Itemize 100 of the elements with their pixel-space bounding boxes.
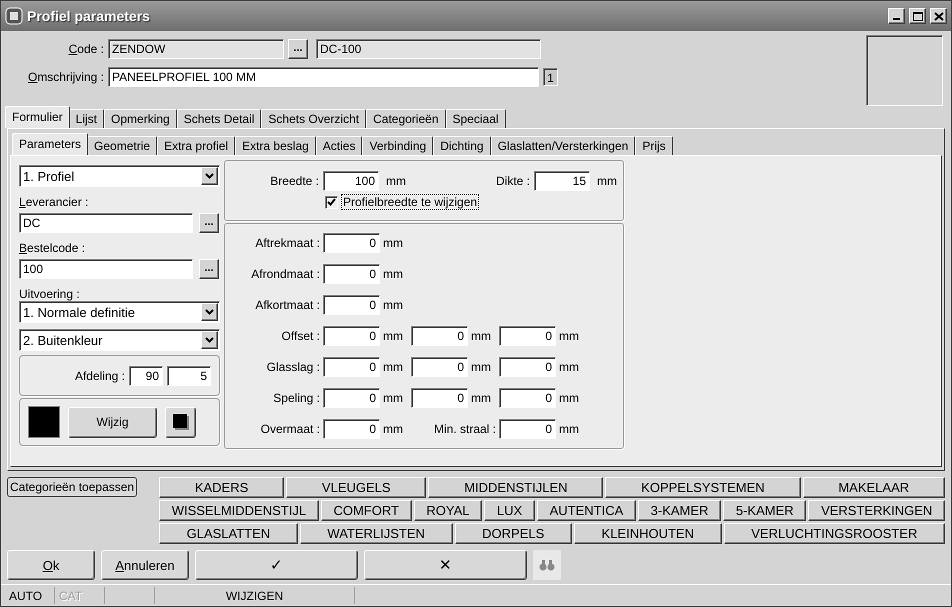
afdeling-field[interactable]: 90 [129,366,163,386]
field-label: Leverancier : [19,195,90,209]
category-button[interactable]: ROYAL [414,500,482,521]
app-icon [5,7,23,25]
category-button[interactable]: MIDDENSTIJLEN [428,477,604,498]
measure-field[interactable]: 0 [323,357,380,377]
measure-field[interactable]: 0 [323,295,380,315]
field-label: Dikte : [494,174,530,188]
color-swatch [28,406,60,438]
tab[interactable]: Schets Detail [176,109,262,128]
tab[interactable]: Speciaal [446,109,506,128]
measure-field[interactable]: 0 [323,233,380,253]
category-button[interactable]: VERLUCHTINGSROOSTER [724,523,945,544]
tab[interactable]: Geometrie [87,136,158,155]
description-field[interactable]: DC-100 [316,39,541,59]
binoculars-icon[interactable] [533,550,561,580]
dialog-button[interactable]: Ok [7,550,95,580]
tab[interactable]: Acties [316,136,362,155]
field-label: Bestelcode : [19,241,86,255]
dropdown-button[interactable] [201,331,218,349]
close-icon [934,12,944,20]
category-button[interactable]: VLEUGELS [286,477,426,498]
maximize-button[interactable] [909,8,926,24]
chevron-down-icon [205,309,214,315]
category-button[interactable]: GLASLATTEN [159,523,298,544]
tab[interactable]: Parameters [12,133,88,155]
field-label: Breedte : [269,174,319,188]
category-button[interactable]: KLEINHOUTEN [574,523,722,544]
apply-categories-button[interactable]: Categorieën toepassen [7,477,138,497]
measure-field[interactable]: 0 [323,419,380,439]
unit-label: mm [470,360,492,374]
checkbox[interactable] [325,196,338,208]
measure-field[interactable]: 0 [323,388,380,408]
tab[interactable]: Lijst [68,109,104,128]
unit-label: mm [558,360,580,374]
color-select[interactable]: 2. Buitenkleur [19,329,220,351]
wijzig-button[interactable]: Wijzig [68,406,157,438]
measure-field[interactable]: 0 [411,388,468,408]
field-label: Code : [68,42,104,56]
bestelcode-field[interactable]: 100 [19,259,193,279]
tab[interactable]: Categorieën [366,109,446,128]
measure-field[interactable]: 0 [499,326,556,346]
unit-label: mm [382,391,404,405]
tab[interactable]: Glaslatten/Versterkingen [490,136,636,155]
tab[interactable]: Schets Overzicht [261,109,366,128]
category-button[interactable]: KOPPELSYSTEMEN [605,477,801,498]
browse-button[interactable]: ... [199,259,219,279]
measure-field[interactable]: 0 [323,264,380,284]
tab[interactable]: Prijs [635,136,673,155]
measure-field[interactable]: 0 [411,326,468,346]
tab[interactable]: Opmerking [104,109,177,128]
tab[interactable]: Extra beslag [235,136,316,155]
window-title: Profiel parameters [27,8,151,24]
browse-button[interactable]: ... [199,213,219,233]
category-button[interactable]: WATERLIJSTEN [300,523,453,544]
breedte-field[interactable]: 100 [323,171,379,191]
type-select[interactable]: 1. Profiel [19,165,220,187]
category-button[interactable]: 5-KAMER [723,500,806,521]
unit-label: mm [382,267,404,281]
minimize-button[interactable] [888,8,905,24]
category-button[interactable]: 3-KAMER [638,500,722,521]
unit-label: mm [470,329,492,343]
category-button[interactable]: LUX [484,500,535,521]
counter: 1 [543,68,558,86]
close-button[interactable] [930,8,947,24]
browse-button[interactable]: ... [288,39,308,59]
action-button[interactable]: ✓ [195,550,358,580]
uitvoering-select[interactable]: 1. Normale definitie [19,301,220,323]
field-label: Afrondmaat : [250,267,321,281]
measure-field[interactable]: 0 [323,326,380,346]
tab[interactable]: Dichting [433,136,491,155]
measure-field[interactable]: 0 [411,357,468,377]
action-button[interactable]: ✕ [364,550,527,580]
dropdown-button[interactable] [201,303,218,321]
category-button[interactable]: COMFORT [320,500,412,521]
leverancier-field[interactable]: DC [19,213,193,233]
dikte-field[interactable]: 15 [534,171,590,191]
measure-field[interactable]: 0 [499,357,556,377]
measure-field[interactable]: 0 [499,419,556,439]
checkbox-label: Profielbreedte te wijzigen [341,194,480,210]
code-field[interactable]: ZENDOW [108,39,284,59]
afdeling-field[interactable]: 5 [167,366,211,386]
tab[interactable]: Extra profiel [157,136,236,155]
omschrijving-field[interactable]: PANEELPROFIEL 100 MM [108,67,539,87]
square-icon [172,413,190,431]
measure-field[interactable]: 0 [499,388,556,408]
category-button[interactable]: WISSELMIDDENSTIJL [159,500,319,521]
status-text: AUTO [5,587,55,604]
tab[interactable]: Formulier [5,106,70,128]
dropdown-button[interactable] [201,167,218,185]
category-button[interactable]: AUTENTICA [536,500,636,521]
category-button[interactable]: MAKELAAR [802,477,945,498]
field-label: Speling : [272,391,321,405]
color-picker-button[interactable] [165,406,196,438]
category-button[interactable]: KADERS [159,477,284,498]
category-button[interactable]: VERSTERKINGEN [808,500,946,521]
category-button[interactable]: DORPELS [454,523,572,544]
field-label: Glasslag : [266,360,321,374]
dialog-button[interactable]: Annuleren [101,550,189,580]
tab[interactable]: Verbinding [362,136,434,155]
